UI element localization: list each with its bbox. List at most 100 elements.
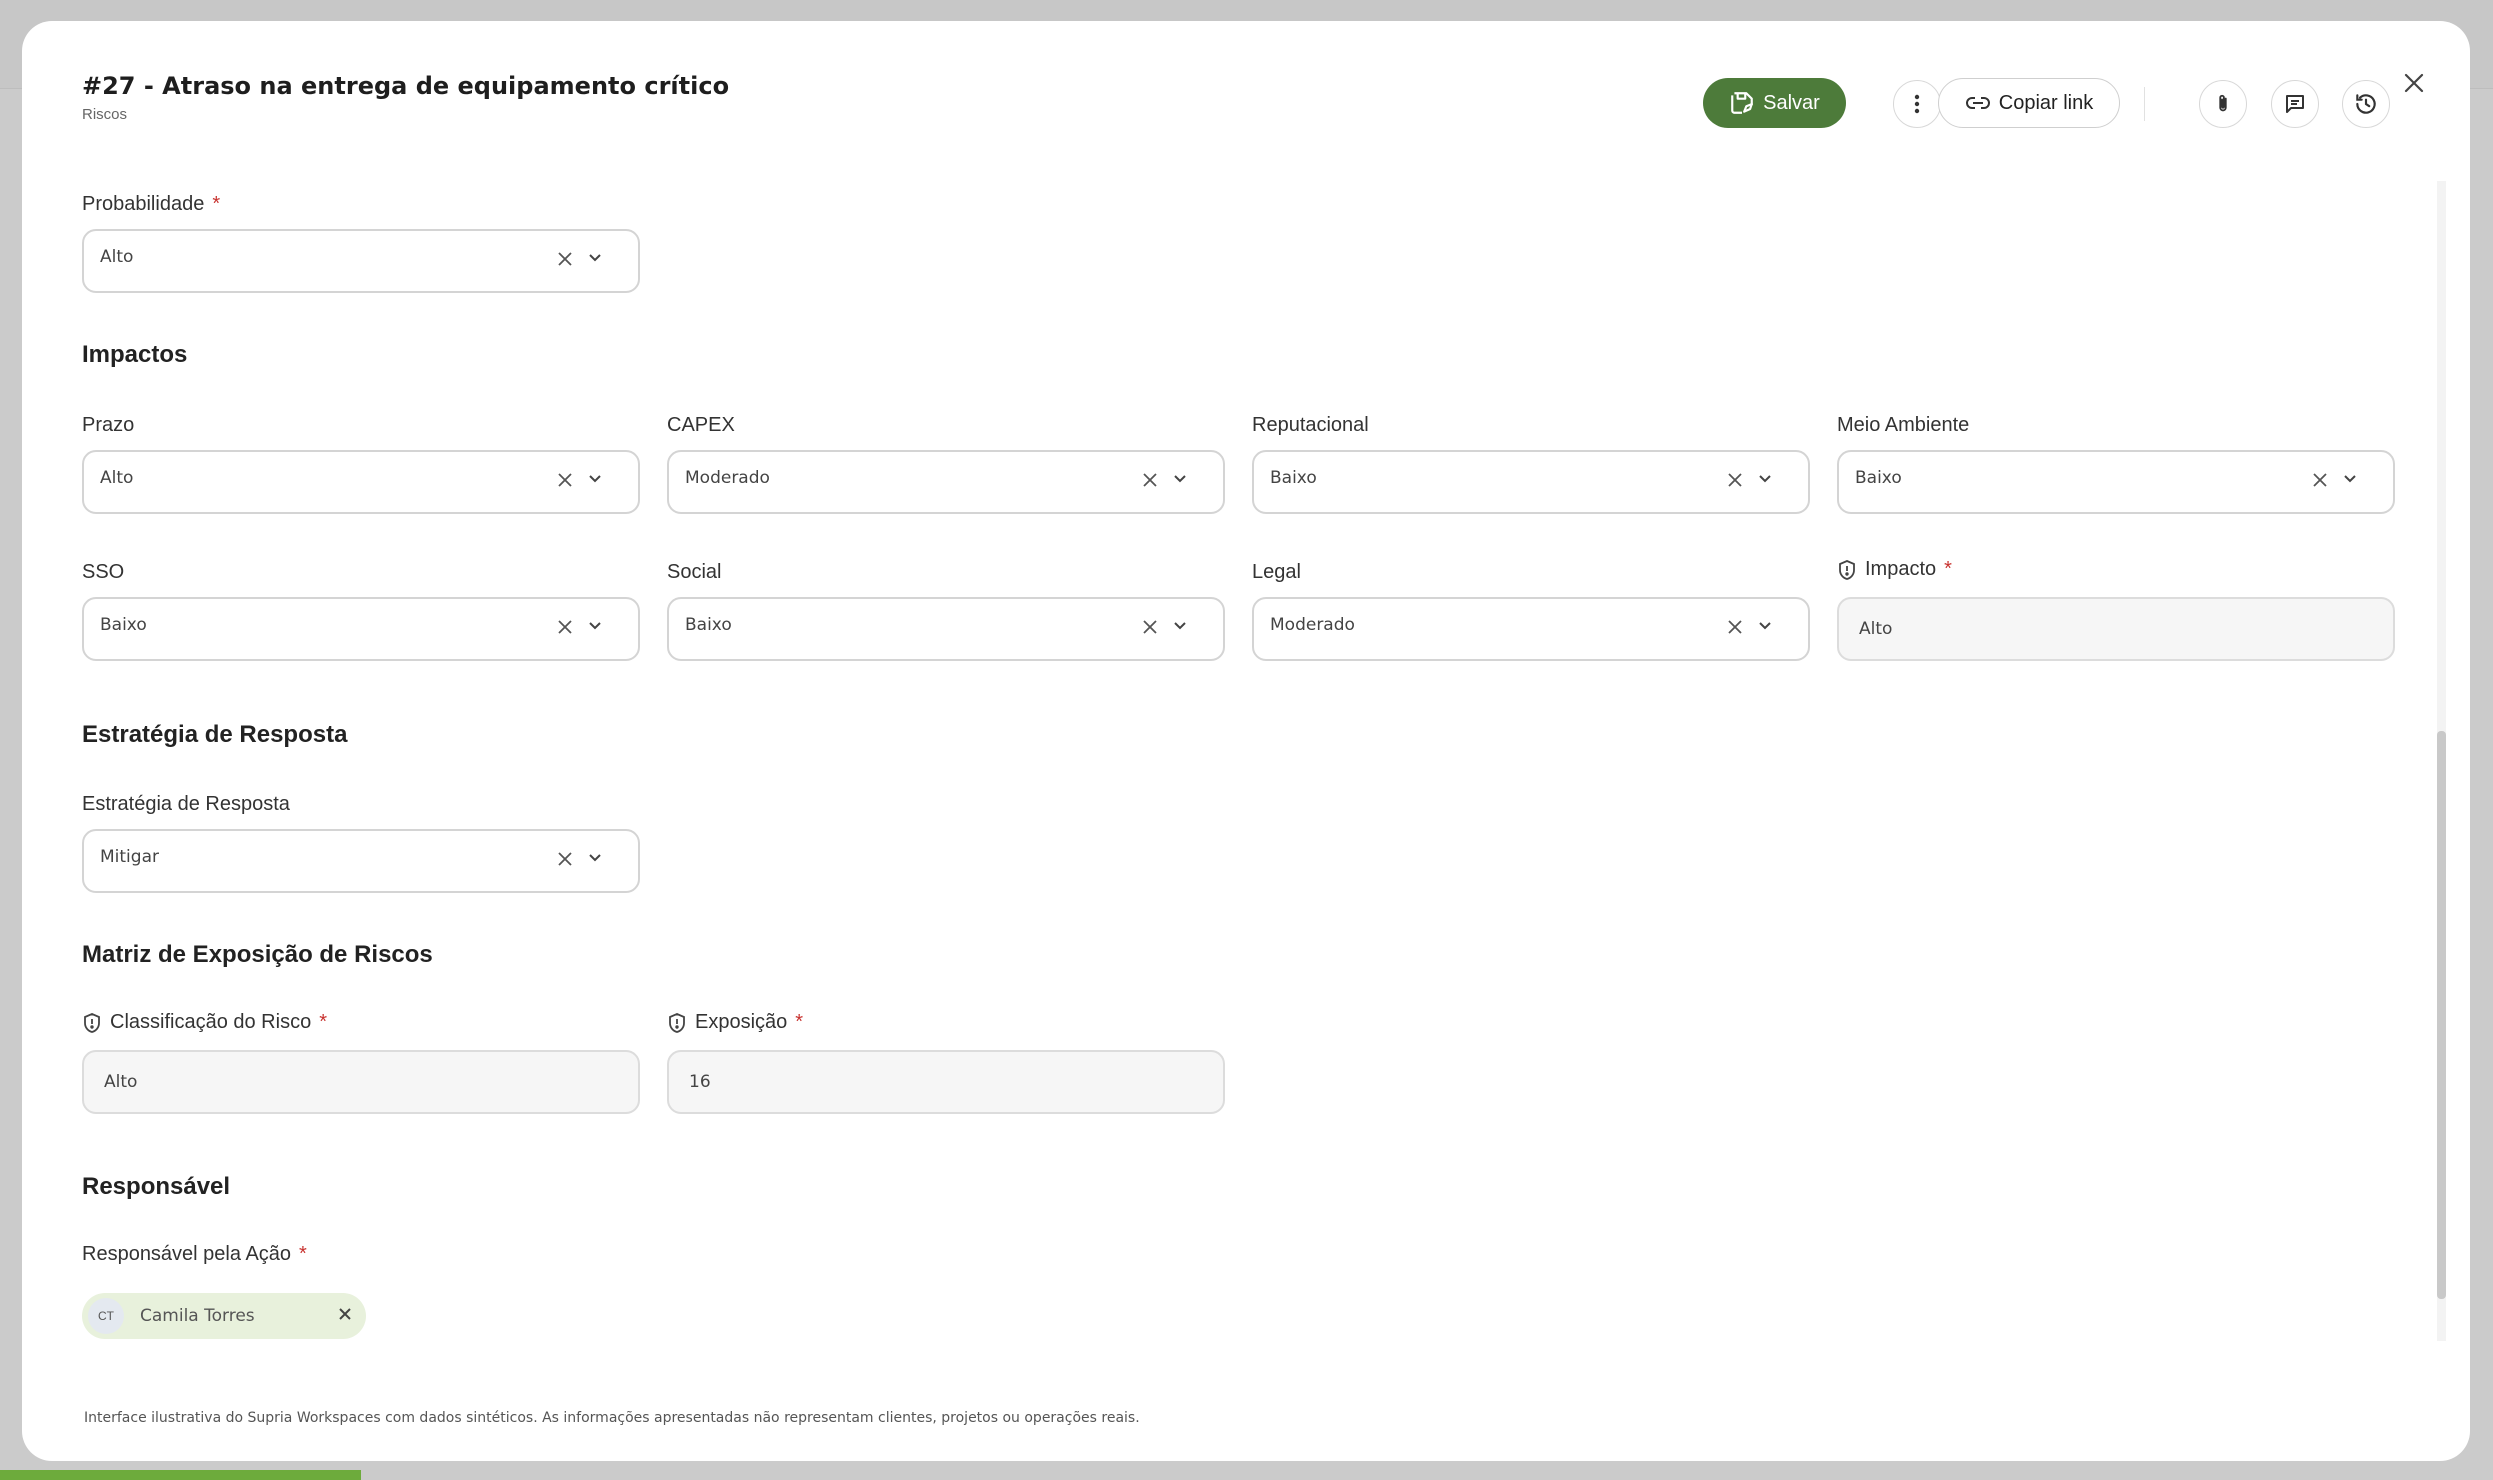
legal-value: Moderado (1270, 615, 1355, 635)
prazo-value: Alto (100, 468, 134, 488)
chevron-down-icon[interactable] (588, 853, 602, 863)
link-icon (1965, 95, 1991, 111)
close-button[interactable] (2394, 63, 2434, 103)
required-marker: * (212, 193, 221, 215)
estrategia-value: Mitigar (100, 847, 159, 867)
progress-bar (0, 1470, 361, 1480)
capex-label: CAPEX (667, 414, 735, 436)
meio-ambiente-label: Meio Ambiente (1837, 414, 1970, 436)
section-title-matriz: Matriz de Exposição de Riscos (82, 941, 433, 968)
clear-icon[interactable] (557, 251, 573, 267)
clear-icon[interactable] (1142, 619, 1158, 635)
impacto-value: Alto (1859, 619, 1893, 639)
exposicao-readonly-field: 16 (667, 1050, 1225, 1114)
reputacional-value: Baixo (1270, 468, 1317, 488)
capex-select[interactable]: Moderado (667, 450, 1225, 514)
social-select[interactable]: Baixo (667, 597, 1225, 661)
prazo-select[interactable]: Alto (82, 450, 640, 514)
more-vertical-icon (1914, 94, 1920, 114)
chevron-down-icon[interactable] (588, 621, 602, 631)
social-label: Social (667, 561, 722, 583)
sso-select[interactable]: Baixo (82, 597, 640, 661)
estrategia-select[interactable]: Mitigar (82, 829, 640, 893)
legal-select[interactable]: Moderado (1252, 597, 1810, 661)
save-icon (1729, 90, 1755, 116)
clear-icon[interactable] (1727, 619, 1743, 635)
history-icon (2353, 91, 2379, 117)
probabilidade-value: Alto (100, 247, 134, 267)
sso-value: Baixo (100, 615, 147, 635)
chevron-down-icon[interactable] (1173, 621, 1187, 631)
chevron-down-icon[interactable] (1758, 474, 1772, 484)
exposicao-label: Exposição * (667, 1011, 803, 1034)
meio-ambiente-value: Baixo (1855, 468, 1902, 488)
capex-value: Moderado (685, 468, 770, 488)
prazo-label: Prazo (82, 414, 135, 436)
chevron-down-icon[interactable] (1173, 474, 1187, 484)
clear-icon[interactable] (557, 472, 573, 488)
section-title-responsavel: Responsável (82, 1173, 231, 1200)
classificacao-readonly-field: Alto (82, 1050, 640, 1114)
comments-button[interactable] (2271, 80, 2319, 128)
chevron-down-icon[interactable] (588, 253, 602, 263)
social-value: Baixo (685, 615, 732, 635)
save-label: Salvar (1763, 91, 1820, 114)
reputacional-select[interactable]: Baixo (1252, 450, 1810, 514)
probabilidade-label: Probabilidade * (82, 193, 220, 216)
section-title-estrategia: Estratégia de Resposta (82, 721, 348, 748)
classificacao-label-text: Classificação do Risco (110, 1011, 312, 1033)
assignee-name: Camila Torres (140, 1306, 255, 1326)
toolbar-divider (2144, 87, 2145, 121)
avatar: CT (88, 1298, 124, 1334)
chevron-down-icon[interactable] (1758, 621, 1772, 631)
impacto-label: Impacto * (1837, 558, 1952, 581)
clear-icon[interactable] (557, 619, 573, 635)
sso-label: SSO (82, 561, 125, 583)
probabilidade-select[interactable]: Alto (82, 229, 640, 293)
meio-ambiente-select[interactable]: Baixo (1837, 450, 2395, 514)
responsavel-label-text: Responsável pela Ação (82, 1243, 292, 1265)
shield-icon (82, 1012, 102, 1034)
comment-icon (2283, 92, 2307, 116)
required-marker: * (795, 1011, 804, 1033)
attachments-button[interactable] (2199, 80, 2247, 128)
exposicao-value: 16 (689, 1072, 711, 1092)
probabilidade-label-text: Probabilidade (82, 193, 205, 215)
scrollbar-thumb[interactable] (2437, 731, 2446, 1299)
footer-disclaimer: Interface ilustrativa do Supria Workspac… (84, 1410, 1140, 1426)
impacto-readonly-field: Alto (1837, 597, 2395, 661)
required-marker: * (299, 1243, 307, 1265)
chevron-down-icon[interactable] (2343, 474, 2357, 484)
estrategia-label: Estratégia de Resposta (82, 793, 290, 815)
close-icon (2404, 73, 2424, 93)
copy-link-button[interactable]: Copiar link (1938, 78, 2120, 128)
clear-icon[interactable] (557, 851, 573, 867)
paperclip-icon (2212, 92, 2234, 116)
clear-icon[interactable] (1142, 472, 1158, 488)
section-title-impactos: Impactos (82, 341, 188, 368)
history-button[interactable] (2342, 80, 2390, 128)
clear-icon[interactable] (1727, 472, 1743, 488)
record-module: Riscos (82, 106, 128, 123)
remove-assignee-icon[interactable] (338, 1307, 352, 1321)
legal-label: Legal (1252, 561, 1301, 583)
chevron-down-icon[interactable] (588, 474, 602, 484)
required-marker: * (319, 1011, 327, 1033)
clear-icon[interactable] (2312, 472, 2328, 488)
impacto-label-text: Impacto (1865, 558, 1937, 580)
record-title: #27 - Atraso na entrega de equipamento c… (82, 72, 730, 100)
reputacional-label: Reputacional (1252, 414, 1369, 436)
assignee-chip[interactable]: CT Camila Torres (82, 1293, 366, 1339)
modal-header: #27 - Atraso na entrega de equipamento c… (82, 68, 729, 123)
more-options-button[interactable] (1893, 80, 1941, 128)
classificacao-label: Classificação do Risco * (82, 1011, 327, 1034)
copy-link-label: Copiar link (1998, 91, 2094, 114)
required-marker: * (1944, 558, 1952, 580)
save-button[interactable]: Salvar (1703, 78, 1846, 128)
record-modal: #27 - Atraso na entrega de equipamento c… (22, 21, 2470, 1461)
exposicao-label-text: Exposição (695, 1011, 788, 1033)
shield-icon (667, 1012, 687, 1034)
shield-icon (1837, 559, 1857, 581)
classificacao-value: Alto (104, 1072, 138, 1092)
responsavel-label: Responsável pela Ação * (82, 1243, 307, 1266)
